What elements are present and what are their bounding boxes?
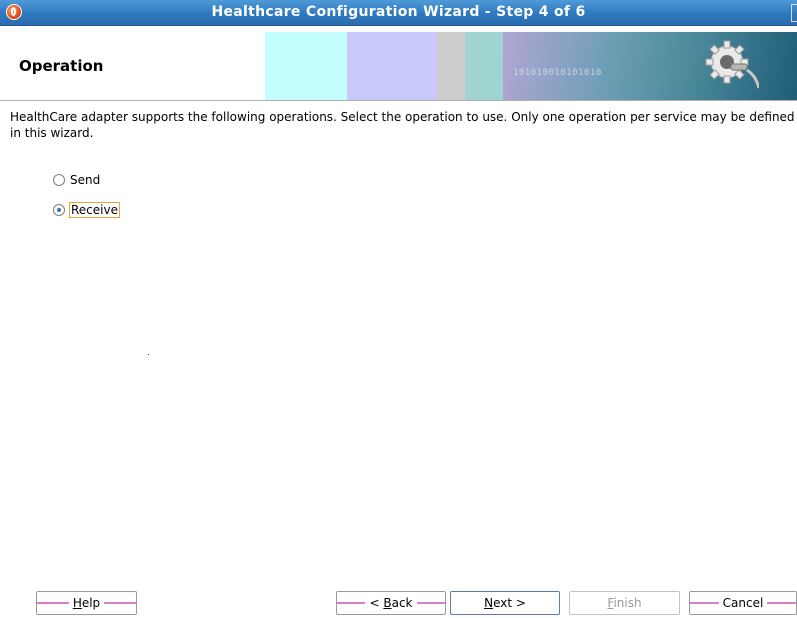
send-radio[interactable] (53, 174, 65, 186)
stray-dot (148, 354, 149, 355)
finish-button[interactable]: Finish (569, 591, 680, 615)
receive-label[interactable]: Receive (69, 202, 120, 218)
next-button[interactable]: Next > (450, 591, 560, 615)
window-titlebar: Healthcare Configuration Wizard - Step 4… (0, 0, 797, 26)
cancel-button[interactable]: Cancel (689, 591, 797, 615)
banner-band (465, 32, 503, 100)
header-banner: 101010010101010 (265, 32, 797, 100)
instructions-text: HealthCare adapter supports the followin… (10, 110, 795, 140)
window-control-button[interactable] (791, 4, 797, 22)
header-divider (0, 100, 797, 101)
finish-button-label: Finish (603, 596, 646, 610)
operation-option-receive[interactable]: Receive (53, 201, 120, 219)
banner-band (347, 32, 437, 100)
banner-binary-text: 101010010101010 (513, 68, 602, 78)
wizard-header: Operation 101010010101010 (0, 26, 797, 100)
window-title: Healthcare Configuration Wizard - Step 4… (211, 4, 586, 20)
receive-radio[interactable] (53, 204, 65, 216)
back-button[interactable]: < Back (336, 591, 446, 615)
help-button-label: Help (68, 596, 105, 610)
banner-band (437, 32, 465, 100)
help-button[interactable]: Help (36, 591, 137, 615)
next-button-label: Next > (480, 596, 530, 610)
back-button-label: < Back (365, 596, 417, 610)
banner-band (265, 32, 347, 100)
cancel-button-label: Cancel (718, 596, 768, 610)
send-label[interactable]: Send (70, 173, 100, 187)
operation-option-send[interactable]: Send (53, 171, 100, 189)
gear-icon (705, 40, 759, 89)
page-title: Operation (19, 57, 104, 75)
